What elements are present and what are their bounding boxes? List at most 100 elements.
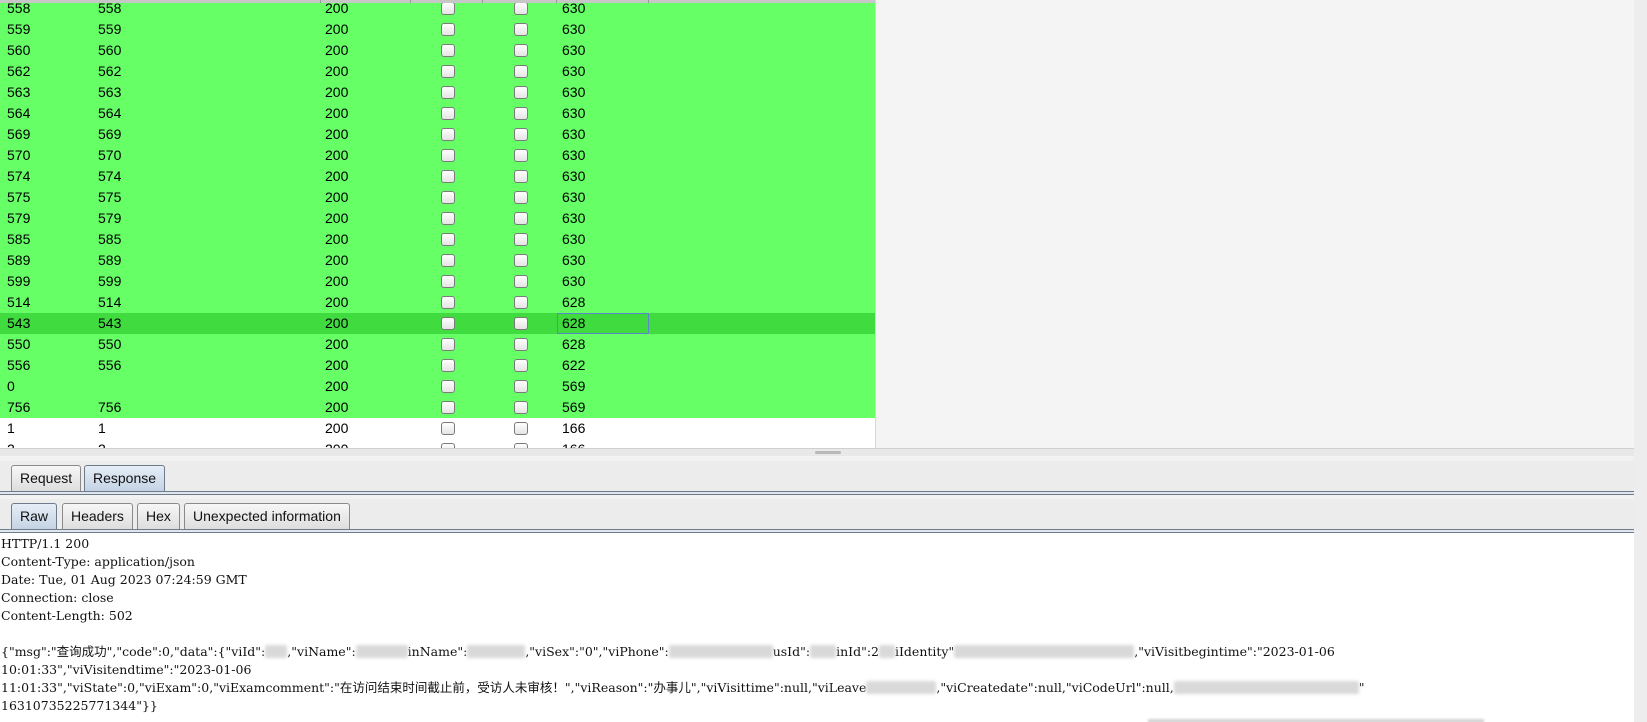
error-checkbox[interactable] [441, 254, 455, 267]
body-line-4: 16310735225771344"}} [1, 698, 158, 713]
timeout-checkbox[interactable] [514, 296, 528, 309]
redacted-value [879, 645, 895, 658]
error-checkbox[interactable] [441, 191, 455, 204]
error-checkbox[interactable] [441, 275, 455, 288]
status-code: 200 [325, 294, 349, 310]
payload-value: 556 [98, 357, 122, 373]
error-checkbox[interactable] [441, 380, 455, 393]
timeout-checkbox[interactable] [514, 2, 528, 15]
table-row[interactable]: 569 569 200 630 [0, 124, 875, 145]
timeout-checkbox[interactable] [514, 422, 528, 435]
error-checkbox[interactable] [441, 44, 455, 57]
table-row[interactable]: 579 579 200 630 [0, 208, 875, 229]
response-length: 630 [562, 126, 586, 142]
table-row[interactable]: 756 756 200 569 [0, 397, 875, 418]
status-code: 200 [325, 42, 349, 58]
payload-value: 579 [98, 210, 122, 226]
request-number: 585 [7, 231, 31, 247]
table-row[interactable]: 575 575 200 630 [0, 187, 875, 208]
timeout-checkbox[interactable] [514, 65, 528, 78]
error-checkbox[interactable] [441, 359, 455, 372]
response-length: 628 [562, 336, 586, 352]
table-row[interactable]: 574 574 200 630 [0, 166, 875, 187]
timeout-checkbox[interactable] [514, 380, 528, 393]
body-segment: " [1358, 680, 1365, 695]
table-row[interactable]: 589 589 200 630 [0, 250, 875, 271]
tab-headers[interactable]: Headers [62, 503, 133, 529]
error-checkbox[interactable] [441, 317, 455, 330]
tab-response[interactable]: Response [84, 465, 166, 491]
raw-response-viewer[interactable]: HTTP/1.1 200 Content-Type: application/j… [0, 533, 1634, 722]
timeout-checkbox[interactable] [514, 86, 528, 99]
error-checkbox[interactable] [441, 170, 455, 183]
error-checkbox[interactable] [441, 107, 455, 120]
table-row[interactable]: 560 560 200 630 [0, 40, 875, 61]
timeout-checkbox[interactable] [514, 23, 528, 36]
response-length: 630 [562, 42, 586, 58]
table-row[interactable]: 585 585 200 630 [0, 229, 875, 250]
results-table[interactable]: 558 558 200 630 559 559 200 630 560 560 200 630 562 5… [0, 0, 876, 448]
error-checkbox[interactable] [441, 65, 455, 78]
table-row[interactable]: 563 563 200 630 [0, 82, 875, 103]
splitter-grip[interactable] [815, 451, 841, 454]
payload-value: 1 [98, 420, 106, 436]
error-checkbox[interactable] [441, 401, 455, 414]
timeout-checkbox[interactable] [514, 275, 528, 288]
table-row[interactable]: 564 564 200 630 [0, 103, 875, 124]
timeout-checkbox[interactable] [514, 317, 528, 330]
error-checkbox[interactable] [441, 86, 455, 99]
timeout-checkbox[interactable] [514, 170, 528, 183]
table-row[interactable]: 570 570 200 630 [0, 145, 875, 166]
timeout-checkbox[interactable] [514, 359, 528, 372]
tab-hex[interactable]: Hex [137, 503, 180, 529]
table-row[interactable]: 2 2 200 166 [0, 439, 875, 448]
tab-unexpected-information[interactable]: Unexpected information [184, 503, 350, 529]
timeout-checkbox[interactable] [514, 128, 528, 141]
error-checkbox[interactable] [441, 2, 455, 15]
timeout-checkbox[interactable] [514, 254, 528, 267]
status-code: 200 [325, 420, 349, 436]
error-checkbox[interactable] [441, 233, 455, 246]
table-row[interactable]: 543 543 200 628 [0, 313, 875, 334]
error-checkbox[interactable] [441, 338, 455, 351]
payload-value: 563 [98, 84, 122, 100]
table-row[interactable]: 562 562 200 630 [0, 61, 875, 82]
response-length: 630 [562, 210, 586, 226]
request-number: 0 [7, 378, 15, 394]
timeout-checkbox[interactable] [514, 401, 528, 414]
pane-splitter[interactable] [0, 448, 1634, 456]
tab-raw[interactable]: Raw [11, 503, 58, 529]
redacted-value [355, 645, 408, 658]
body-line-3: 11:01:33","viState":0,"viExam":0,"viExam… [1, 679, 1364, 696]
timeout-checkbox[interactable] [514, 233, 528, 246]
timeout-checkbox[interactable] [514, 212, 528, 225]
error-checkbox[interactable] [441, 296, 455, 309]
error-checkbox[interactable] [441, 149, 455, 162]
request-number: 2 [7, 441, 15, 448]
table-row[interactable]: 514 514 200 628 [0, 292, 875, 313]
error-checkbox[interactable] [441, 422, 455, 435]
request-number: 559 [7, 21, 31, 37]
tab-request[interactable]: Request [11, 465, 82, 491]
view-tabbar: Raw Headers Hex Unexpected information [0, 499, 1634, 533]
redacted-value [668, 645, 773, 658]
error-checkbox[interactable] [441, 23, 455, 36]
timeout-checkbox[interactable] [514, 338, 528, 351]
request-number: 569 [7, 126, 31, 142]
table-row[interactable]: 550 550 200 628 [0, 334, 875, 355]
timeout-checkbox[interactable] [514, 44, 528, 57]
table-row[interactable]: 559 559 200 630 [0, 19, 875, 40]
table-row[interactable]: 1 1 200 166 [0, 418, 875, 439]
status-code: 200 [325, 147, 349, 163]
response-length: 630 [562, 21, 586, 37]
error-checkbox[interactable] [441, 128, 455, 141]
request-number: 1 [7, 420, 15, 436]
timeout-checkbox[interactable] [514, 107, 528, 120]
body-segment: ,"viSex":"0","viPhone": [525, 644, 669, 659]
timeout-checkbox[interactable] [514, 149, 528, 162]
table-row[interactable]: 0 200 569 [0, 376, 875, 397]
table-row[interactable]: 599 599 200 630 [0, 271, 875, 292]
timeout-checkbox[interactable] [514, 191, 528, 204]
error-checkbox[interactable] [441, 212, 455, 225]
table-row[interactable]: 556 556 200 622 [0, 355, 875, 376]
